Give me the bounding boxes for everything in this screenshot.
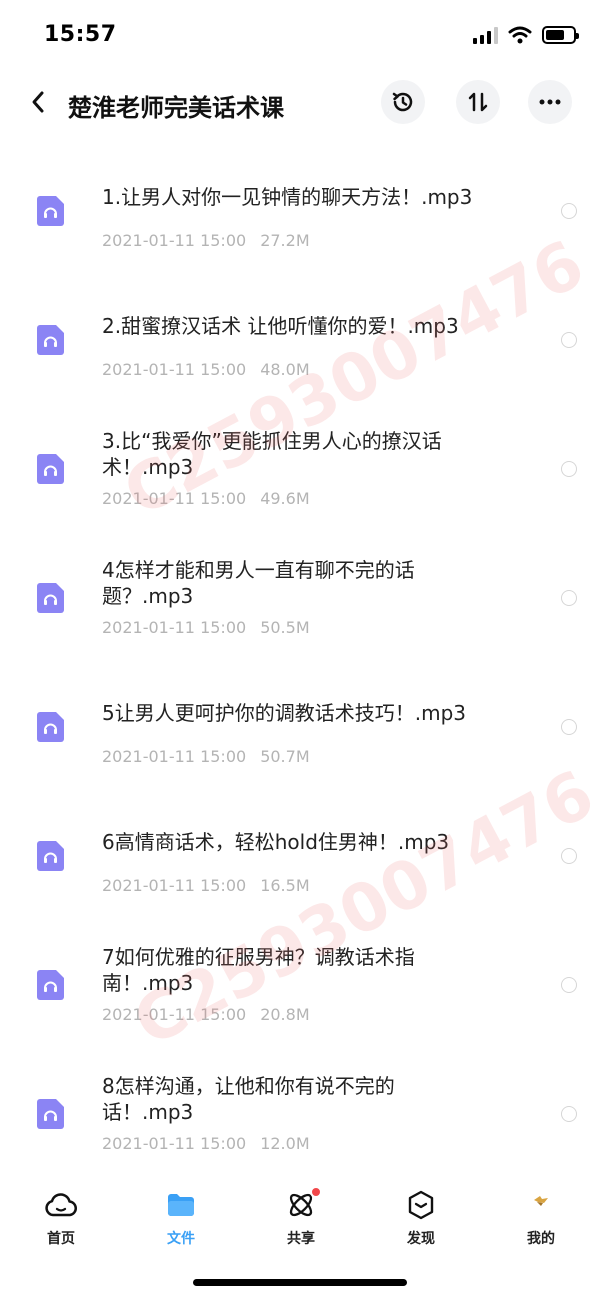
list-item[interactable]: 5让男人更呵护你的调教话术技巧！.mp3 2021-01-11 15:00 50.…: [0, 666, 600, 795]
chevron-left-icon: [32, 91, 44, 113]
nav-label: 我的: [527, 1231, 555, 1247]
file-name: 7如何优雅的征服男神？调教话术指南！.mp3: [102, 945, 415, 995]
battery-icon: [542, 26, 579, 44]
file-name: 3.比“我爱你”更能抓住男人心的撩汉话术！.mp3: [102, 429, 442, 479]
file-name: 2.甜蜜撩汉话术 让他听懂你的爱！.mp3: [102, 314, 459, 338]
atom-icon: [284, 1186, 322, 1222]
list-item[interactable]: 1.让男人对你一见钟情的聊天方法！.mp3 2021-01-11 15:00 27…: [0, 150, 600, 279]
list-item[interactable]: 8怎样沟通，让他和你有说不完的话！.mp3 2021-01-11 15:00 12…: [0, 1053, 600, 1182]
history-button[interactable]: [381, 80, 425, 124]
file-date: 2021-01-11 15:00: [102, 876, 247, 895]
cloud-icon: [44, 1188, 78, 1222]
file-date: 2021-01-11 15:00: [102, 1134, 247, 1153]
nav-label: 共享: [287, 1231, 315, 1247]
status-icons: [473, 26, 579, 44]
sort-icon: [468, 92, 488, 112]
file-size: 50.7M: [260, 747, 310, 766]
select-radio[interactable]: [561, 203, 577, 219]
folder-icon: [164, 1188, 198, 1222]
select-radio[interactable]: [561, 719, 577, 735]
select-radio[interactable]: [561, 848, 577, 864]
list-item[interactable]: 4怎样才能和男人一直有聊不完的话题？.mp3 2021-01-11 15:00 5…: [0, 537, 600, 666]
audio-file-icon: [37, 712, 64, 742]
file-meta: 2021-01-11 15:00 49.6M: [102, 489, 310, 508]
list-item[interactable]: 6高情商话术，轻松hold住男神！.mp3 2021-01-11 15:00 16…: [0, 795, 600, 924]
wifi-icon: [508, 26, 532, 44]
select-radio[interactable]: [561, 590, 577, 606]
nav-label: 首页: [47, 1231, 75, 1247]
file-size: 49.6M: [260, 489, 310, 508]
header: 楚淮老师完美话术课: [0, 70, 600, 134]
nav-discover[interactable]: 发现: [381, 1188, 461, 1248]
page-title: 楚淮老师完美话术课: [68, 94, 284, 122]
cellular-signal-icon: [473, 26, 498, 44]
file-size: 20.8M: [260, 1005, 310, 1024]
file-date: 2021-01-11 15:00: [102, 1005, 247, 1024]
file-list: 1.让男人对你一见钟情的聊天方法！.mp3 2021-01-11 15:00 27…: [0, 150, 600, 1182]
audio-file-icon: [37, 841, 64, 871]
file-name: 4怎样才能和男人一直有聊不完的话题？.mp3: [102, 558, 415, 608]
audio-file-icon: [37, 196, 64, 226]
bottom-nav: 首页 文件 共享 发现 我的: [0, 1170, 600, 1260]
status-bar: 15:57: [0, 0, 600, 70]
more-icon: [539, 99, 561, 105]
avatar: [524, 1188, 558, 1222]
audio-file-icon: [37, 325, 64, 355]
nav-files[interactable]: 文件: [141, 1188, 221, 1248]
sort-button[interactable]: [456, 80, 500, 124]
history-icon: [392, 92, 413, 112]
notification-badge: [310, 1186, 322, 1198]
file-name: 6高情商话术，轻松hold住男神！.mp3: [102, 830, 450, 854]
file-size: 48.0M: [260, 360, 310, 379]
file-meta: 2021-01-11 15:00 27.2M: [102, 231, 310, 250]
list-item[interactable]: 7如何优雅的征服男神？调教话术指南！.mp3 2021-01-11 15:00 2…: [0, 924, 600, 1053]
audio-file-icon: [37, 454, 64, 484]
file-date: 2021-01-11 15:00: [102, 360, 247, 379]
file-size: 50.5M: [260, 618, 310, 637]
back-button[interactable]: [22, 84, 54, 120]
file-name: 5让男人更呵护你的调教话术技巧！.mp3: [102, 701, 466, 725]
select-radio[interactable]: [561, 332, 577, 348]
select-radio[interactable]: [561, 1106, 577, 1122]
file-meta: 2021-01-11 15:00 20.8M: [102, 1005, 310, 1024]
file-meta: 2021-01-11 15:00 50.5M: [102, 618, 310, 637]
list-item[interactable]: 3.比“我爱你”更能抓住男人心的撩汉话术！.mp3 2021-01-11 15:…: [0, 408, 600, 537]
home-indicator: [193, 1279, 407, 1286]
more-button[interactable]: [528, 80, 572, 124]
file-meta: 2021-01-11 15:00 50.7M: [102, 747, 310, 766]
nav-mine[interactable]: 我的: [501, 1188, 581, 1248]
nav-label: 文件: [167, 1231, 195, 1247]
file-date: 2021-01-11 15:00: [102, 618, 247, 637]
file-meta: 2021-01-11 15:00 48.0M: [102, 360, 310, 379]
file-meta: 2021-01-11 15:00 12.0M: [102, 1134, 310, 1153]
file-date: 2021-01-11 15:00: [102, 489, 247, 508]
file-size: 16.5M: [260, 876, 310, 895]
nav-home[interactable]: 首页: [21, 1188, 101, 1248]
file-date: 2021-01-11 15:00: [102, 747, 247, 766]
discover-hexagon-icon: [404, 1188, 438, 1222]
file-date: 2021-01-11 15:00: [102, 231, 247, 250]
file-size: 12.0M: [260, 1134, 310, 1153]
select-radio[interactable]: [561, 977, 577, 993]
file-size: 27.2M: [260, 231, 310, 250]
nav-label: 发现: [407, 1231, 435, 1247]
nav-share[interactable]: 共享: [261, 1186, 341, 1248]
select-radio[interactable]: [561, 461, 577, 477]
file-name: 1.让男人对你一见钟情的聊天方法！.mp3: [102, 185, 473, 209]
status-time: 15:57: [44, 22, 117, 47]
list-item[interactable]: 2.甜蜜撩汉话术 让他听懂你的爱！.mp3 2021-01-11 15:00 48…: [0, 279, 600, 408]
audio-file-icon: [37, 1099, 64, 1129]
audio-file-icon: [37, 583, 64, 613]
audio-file-icon: [37, 970, 64, 1000]
file-meta: 2021-01-11 15:00 16.5M: [102, 876, 310, 895]
file-name: 8怎样沟通，让他和你有说不完的话！.mp3: [102, 1074, 395, 1124]
